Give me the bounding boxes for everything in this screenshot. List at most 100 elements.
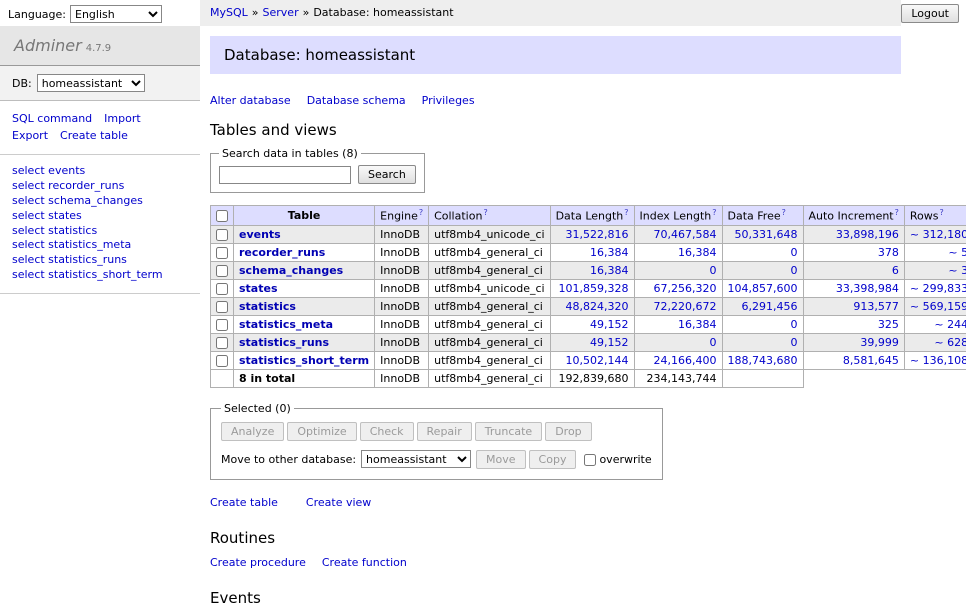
page-title: Database: homeassistant xyxy=(210,36,901,74)
index-length-cell: 0 xyxy=(634,261,722,279)
search-input[interactable] xyxy=(219,166,351,184)
breadcrumb-link-mysql[interactable]: MySQL xyxy=(210,6,248,19)
engine-cell: InnoDB xyxy=(375,315,429,333)
sidebar-link-sql-command[interactable]: SQL command xyxy=(12,112,92,125)
help-link[interactable]: ? xyxy=(939,208,943,217)
move-row: Move to other database:homeassistantMove… xyxy=(221,450,652,469)
index-length-cell: 67,256,320 xyxy=(634,279,722,297)
total-row: 8 in totalInnoDButf8mb4_general_ci192,83… xyxy=(211,369,966,387)
row-checkbox[interactable] xyxy=(216,301,228,313)
link-privileges[interactable]: Privileges xyxy=(422,94,475,107)
column-header-table: Table xyxy=(234,206,375,226)
table-name-link[interactable]: recorder_runs xyxy=(239,246,325,259)
table-name-link[interactable]: statistics_meta xyxy=(239,318,333,331)
breadcrumb: MySQL»Server»Database: homeassistant xyxy=(200,0,901,26)
rows-cell: ~ 136,108 xyxy=(904,351,966,369)
drop-button[interactable]: Drop xyxy=(545,422,591,441)
sidebar-link-import[interactable]: Import xyxy=(104,112,141,125)
column-header-engine: Engine? xyxy=(375,206,429,226)
column-header-index-length: Index Length? xyxy=(634,206,722,226)
tables-table-head: TableEngine?Collation?Data Length?Index … xyxy=(211,206,966,226)
collation-cell: utf8mb4_general_ci xyxy=(429,333,550,351)
data-length-cell: 16,384 xyxy=(550,261,634,279)
index-length-cell: 72,220,672 xyxy=(634,297,722,315)
help-link[interactable]: ? xyxy=(712,208,716,217)
check-button[interactable]: Check xyxy=(360,422,414,441)
analyze-button[interactable]: Analyze xyxy=(221,422,284,441)
column-header-auto-increment: Auto Increment? xyxy=(803,206,904,226)
tables-and-views-heading: Tables and views xyxy=(210,121,966,139)
row-checkbox[interactable] xyxy=(216,247,228,259)
repair-button[interactable]: Repair xyxy=(417,422,472,441)
row-checkbox[interactable] xyxy=(216,319,228,331)
collation-cell: utf8mb4_general_ci xyxy=(429,351,550,369)
row-checkbox[interactable] xyxy=(216,283,228,295)
routines-heading: Routines xyxy=(210,529,966,547)
table-name-link[interactable]: events xyxy=(239,228,281,241)
table-name-link[interactable]: statistics_runs xyxy=(239,336,329,349)
search-button[interactable]: Search xyxy=(358,165,416,184)
engine-cell: InnoDB xyxy=(375,297,429,315)
sidebar-link-export[interactable]: Export xyxy=(12,129,48,142)
table-name-link[interactable]: statistics_short_term xyxy=(239,354,369,367)
row-checkbox[interactable] xyxy=(216,337,228,349)
link-create-procedure[interactable]: Create procedure xyxy=(210,556,306,569)
data-length-cell: 49,152 xyxy=(550,333,634,351)
total-index-length-cell: 234,143,744 xyxy=(634,369,722,387)
breadcrumb-link-server[interactable]: Server xyxy=(263,6,299,19)
link-database-schema[interactable]: Database schema xyxy=(307,94,406,107)
sidebar-table-link[interactable]: select events xyxy=(12,164,188,179)
copy-button[interactable]: Copy xyxy=(529,450,577,469)
sidebar-actions: SQL command Import Export Create table xyxy=(0,101,200,155)
link-alter-database[interactable]: Alter database xyxy=(210,94,291,107)
engine-cell: InnoDB xyxy=(375,333,429,351)
sidebar-link-create-table[interactable]: Create table xyxy=(60,129,128,142)
row-checkbox[interactable] xyxy=(216,265,228,277)
data-free-cell: 0 xyxy=(722,333,803,351)
row-checkbox[interactable] xyxy=(216,355,228,367)
engine-cell: InnoDB xyxy=(375,261,429,279)
routines-links: Create procedure Create function xyxy=(210,556,966,569)
sidebar-table-link[interactable]: select recorder_runs xyxy=(12,179,188,194)
sidebar-table-link[interactable]: select schema_changes xyxy=(12,194,188,209)
search-fieldset: Search data in tables (8) Search xyxy=(210,147,425,193)
db-select[interactable]: homeassistant xyxy=(37,74,145,92)
sidebar-table-link[interactable]: select statistics xyxy=(12,224,188,239)
table-row: statistics_short_termInnoDButf8mb4_gener… xyxy=(211,351,966,369)
row-checkbox[interactable] xyxy=(216,229,228,241)
selected-legend: Selected (0) xyxy=(221,402,294,415)
data-length-cell: 49,152 xyxy=(550,315,634,333)
logout-button[interactable]: Logout xyxy=(901,4,959,23)
language-select[interactable]: English xyxy=(70,5,162,23)
help-link[interactable]: ? xyxy=(624,208,628,217)
engine-cell: InnoDB xyxy=(375,225,429,243)
help-link[interactable]: ? xyxy=(895,208,899,217)
db-label: DB: xyxy=(12,77,32,90)
app-header: Adminer4.7.9 xyxy=(0,26,200,66)
table-name-link[interactable]: schema_changes xyxy=(239,264,343,277)
total-collation-cell: utf8mb4_general_ci xyxy=(429,369,550,387)
link-create-view[interactable]: Create view xyxy=(306,496,371,509)
index-length-cell: 16,384 xyxy=(634,315,722,333)
data-length-cell: 48,824,320 xyxy=(550,297,634,315)
column-header-collation: Collation? xyxy=(429,206,550,226)
truncate-button[interactable]: Truncate xyxy=(475,422,542,441)
breadcrumb-separator: » xyxy=(252,6,259,19)
move-db-select[interactable]: homeassistant xyxy=(361,450,471,468)
sidebar-table-link[interactable]: select states xyxy=(12,209,188,224)
table-name-link[interactable]: statistics xyxy=(239,300,296,313)
overwrite-checkbox[interactable] xyxy=(584,454,596,466)
link-create-table[interactable]: Create table xyxy=(210,496,278,509)
table-name-link[interactable]: states xyxy=(239,282,278,295)
help-link[interactable]: ? xyxy=(782,208,786,217)
optimize-button[interactable]: Optimize xyxy=(287,422,356,441)
collation-cell: utf8mb4_general_ci xyxy=(429,261,550,279)
move-button[interactable]: Move xyxy=(476,450,526,469)
sidebar-table-link[interactable]: select statistics_meta xyxy=(12,238,188,253)
link-create-function[interactable]: Create function xyxy=(322,556,407,569)
help-link[interactable]: ? xyxy=(419,208,423,217)
sidebar-table-link[interactable]: select statistics_runs xyxy=(12,253,188,268)
help-link[interactable]: ? xyxy=(483,208,487,217)
sidebar-table-link[interactable]: select statistics_short_term xyxy=(12,268,188,283)
select-all-checkbox[interactable] xyxy=(216,210,228,222)
